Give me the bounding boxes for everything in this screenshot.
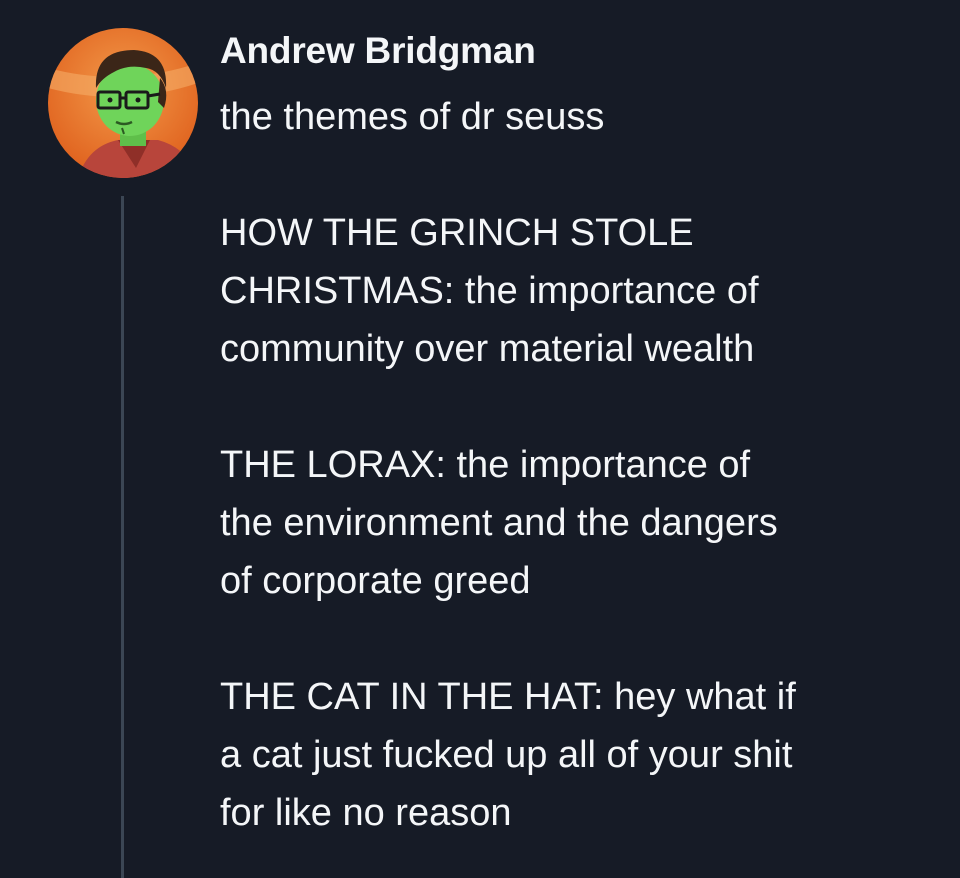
tweet-line: community over material wealth (220, 328, 755, 370)
tweet-line: for like no reason (220, 792, 512, 834)
tweet-line: CHRISTMAS: the importance of (220, 270, 759, 312)
tweet-line: HOW THE GRINCH STOLE (220, 212, 694, 254)
tweet-line: THE LORAX: the importance of (220, 444, 751, 486)
tweet-line: the themes of dr seuss (220, 96, 605, 138)
tweet-line: a cat just fucked up all of your shit (220, 734, 793, 776)
tweet-line: THE CAT IN THE HAT: hey what if (220, 676, 796, 718)
avatar[interactable] (48, 28, 198, 178)
tweet-text: the themes of dr seuss HOW THE GRINCH ST… (220, 88, 940, 842)
thread-line (121, 196, 124, 878)
cartoon-avatar-icon (48, 28, 198, 178)
tweet-line: of corporate greed (220, 560, 531, 602)
tweet-line: the environment and the dangers (220, 502, 778, 544)
author-name[interactable]: Andrew Bridgman (220, 30, 536, 72)
